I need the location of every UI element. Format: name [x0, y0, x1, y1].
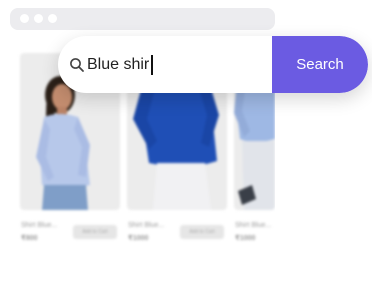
product-price: ₹1000	[235, 235, 256, 242]
search-button[interactable]: Search	[272, 36, 368, 93]
search-bar: Search	[58, 36, 368, 93]
product-price: ₹1000	[128, 235, 149, 242]
product-name[interactable]: Shirt Blue...	[235, 222, 271, 229]
search-icon	[69, 57, 85, 73]
search-input[interactable]	[87, 52, 267, 78]
product-price: ₹800	[21, 235, 38, 242]
add-to-cart-button[interactable]: Add to Cart	[73, 225, 117, 239]
product-name[interactable]: Shirt Blue...	[21, 222, 57, 229]
text-cursor	[151, 55, 153, 75]
screen: Shirt Blue... ₹800 Add to Cart Shirt Blu…	[0, 0, 372, 283]
add-to-cart-button[interactable]: Add to Cart	[180, 225, 224, 239]
product-name[interactable]: Shirt Blue...	[128, 222, 164, 229]
